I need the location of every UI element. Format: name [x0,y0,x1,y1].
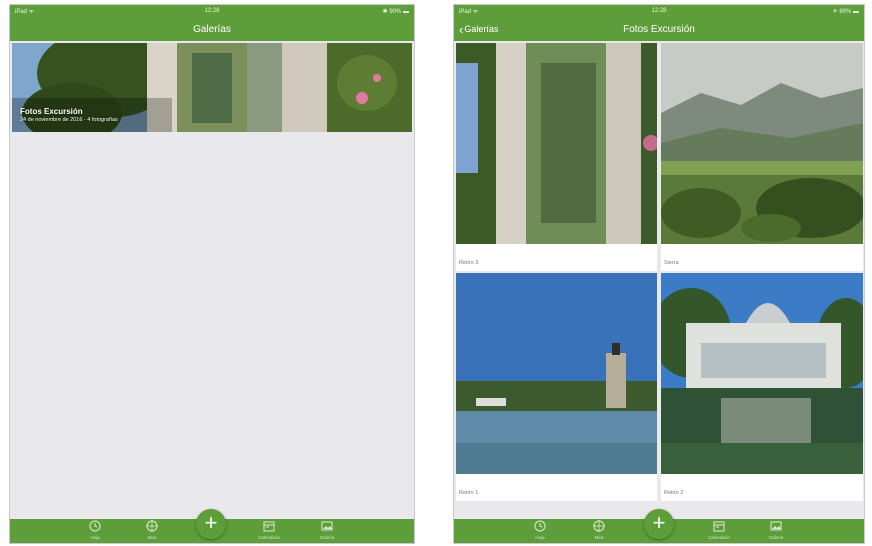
status-time: 12:28 [204,8,220,14]
tab-mira[interactable]: Mira [132,520,172,540]
photo-tile[interactable]: Retiro 2 [661,273,863,501]
clock-icon [89,520,101,532]
status-time: 12:28 [651,8,667,14]
tab-hoja[interactable]: Hoja [520,520,560,540]
target-icon [593,520,605,532]
status-bar: iPad ᯤ 12:28 ✱ 90% ▬ [10,5,414,17]
tab-mira[interactable]: Mira [579,520,619,540]
image-icon [321,521,333,531]
image-icon [770,521,782,531]
target-icon [146,520,158,532]
tab-hoja[interactable]: Hoja [75,520,115,540]
photo-caption: Sierra [664,260,679,266]
photo-caption: Retiro 1 [459,490,479,496]
page-title: Fotos Excursión [623,23,695,35]
photo-caption: Retiro 2 [664,490,684,496]
navigation-bar: ‹ Galerías Fotos Excursión [454,17,864,41]
add-button[interactable]: + [196,509,226,539]
add-button[interactable]: + [644,509,674,539]
tab-calendario[interactable]: Calendario [249,520,289,540]
ipad-screen-album: iPad ᯤ 12:28 ✈ 89% ▬ ‹ Galerías Fotos Ex… [453,4,865,544]
photo-tile[interactable]: Sierra [661,43,863,271]
chevron-left-icon: ‹ [459,21,464,37]
tab-label: Mira [594,535,604,540]
photo-tile[interactable]: Retiro 1 [456,273,657,501]
tab-label: Galería [768,535,784,540]
tab-label: Calendario [258,535,280,540]
tab-galeria[interactable]: Galería [307,520,347,540]
photo-image [661,43,863,244]
photo-caption: Retiro 3 [459,260,479,266]
calendar-icon [263,521,275,532]
photo-tile[interactable]: Retiro 3 [456,43,657,271]
photo-image [456,273,657,474]
gallery-list: Fotos Excursión 24 de noviembre de 2016 … [10,41,414,519]
gallery-info: Fotos Excursión 24 de noviembre de 2016 … [20,107,118,123]
gallery-card[interactable]: Fotos Excursión 24 de noviembre de 2016 … [12,43,412,132]
page-title: Galerías [193,23,231,35]
back-label: Galerías [464,24,499,34]
status-bar: iPad ᯤ 12:28 ✈ 89% ▬ [454,5,864,17]
photo-grid: Retiro 3 Sierra Retiro 1 Retiro 2 [454,41,864,519]
tab-label: Mira [147,535,157,540]
gallery-subtitle: 24 de noviembre de 2016 · 4 fotografías [20,117,118,123]
gallery-title: Fotos Excursión [20,107,83,116]
tab-label: Calendario [708,535,730,540]
back-button[interactable]: ‹ Galerías [459,17,498,41]
clock-icon [534,520,546,532]
calendar-icon [713,521,725,532]
navigation-bar: Galerías [10,17,414,41]
photo-image [456,43,657,244]
tab-galeria[interactable]: Galería [756,520,796,540]
tab-label: Galería [319,535,335,540]
tab-label: Hoja [90,535,100,540]
ipad-screen-galleries: iPad ᯤ 12:28 ✱ 90% ▬ Galerías Fotos Excu… [9,4,415,544]
photo-image [661,273,863,474]
tab-label: Hoja [535,535,545,540]
tab-calendario[interactable]: Calendario [699,520,739,540]
